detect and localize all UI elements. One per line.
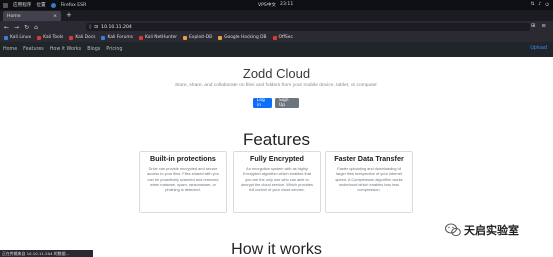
feature-card-transfer: Faster Data Transfer Faster uploading an… [325, 151, 413, 213]
bookmark-google-hacking-db[interactable]: Google Hacking DB [218, 35, 267, 40]
nav-features[interactable]: Features [23, 47, 44, 52]
feature-card-body: Faster uploading and downloading of larg… [335, 166, 403, 193]
lock-icon[interactable]: ⊡ [94, 25, 98, 30]
url-bar[interactable]: ◊ ⊡ 10.10.11.204 [86, 23, 530, 31]
bookmark-kali-forums[interactable]: Kali Forums [101, 35, 133, 40]
browser-nav-bar: ← → ↻ ⌂ ◊ ⊡ 10.10.11.204 ⊞ ≡ [0, 21, 553, 33]
extensions-icon[interactable]: ⊞ [531, 23, 538, 29]
hero-subtitle: Store, share, and collaborate on files a… [174, 83, 379, 88]
tab-title: Home [7, 13, 21, 19]
os-top-bar: 应用程序 位置 Firefox ESR VPS中文 23:11 ⇅ ♪ ⏻ [0, 0, 553, 10]
nav-blogs[interactable]: Blogs [87, 47, 100, 52]
feature-card-body: An encryption system with as highly Encr… [241, 166, 313, 193]
feature-card-body: Drive can provide encrypted and secure a… [147, 166, 219, 193]
bookmark-kali-linux[interactable]: Kali Linux [4, 35, 31, 40]
hero-title: Zodd Cloud [242, 66, 311, 81]
watermark-text: 天启实验室 [464, 224, 519, 237]
browser-status-bar: 正在传输来自 10.10.11.204 的数据... [0, 250, 93, 257]
feature-card-title: Fully Encrypted [250, 154, 304, 163]
browser-tab-bar: Home × + [0, 10, 553, 21]
os-menu-places[interactable]: 位置 [36, 2, 45, 8]
bookmark-icon [138, 35, 143, 40]
shield-icon[interactable]: ◊ [89, 25, 91, 30]
feature-card-title: Faster Data Transfer [334, 154, 404, 163]
bookmark-kali-docs[interactable]: Kali Docs [69, 35, 95, 40]
feature-card-encrypted: Fully Encrypted An encryption system wit… [233, 151, 321, 213]
bookmarks-bar: Kali Linux Kali Tools Kali Docs Kali For… [0, 33, 553, 42]
bookmark-icon [4, 35, 8, 40]
power-icon[interactable]: ⏻ [545, 2, 549, 8]
bookmark-exploit-db[interactable]: Exploit-DB [183, 35, 212, 40]
back-icon[interactable]: ← [4, 24, 9, 31]
active-app-name[interactable]: Firefox ESR [61, 3, 87, 8]
network-icon[interactable]: ⇅ [531, 2, 535, 8]
bookmark-kali-tools[interactable]: Kali Tools [37, 35, 63, 40]
wechat-icon [445, 223, 461, 237]
input-method[interactable]: VPS中文 [258, 2, 276, 8]
clock[interactable]: 23:11 [280, 2, 293, 8]
site-navbar: Home Features How it Works Blogs Pricing… [0, 42, 553, 57]
bookmark-kali-nethunter[interactable]: Kali NetHunter [138, 35, 177, 40]
signup-button[interactable]: Sign Up [275, 98, 299, 108]
nav-home[interactable]: Home [3, 47, 17, 52]
volume-icon[interactable]: ♪ [538, 2, 541, 8]
menu-icon[interactable]: ≡ [541, 23, 548, 29]
bookmark-icon [101, 35, 106, 40]
feature-card-protections: Built-in protections Drive can provide e… [139, 151, 227, 213]
features-heading: Features [242, 130, 311, 149]
reload-icon[interactable]: ↻ [24, 24, 29, 31]
url-text[interactable]: 10.10.11.204 [101, 25, 132, 30]
bookmark-icon [272, 35, 277, 40]
hero-buttons: Log in Sign Up [253, 98, 299, 108]
feature-card-title: Built-in protections [150, 154, 216, 163]
bookmark-icon [37, 35, 42, 40]
bookmark-icon [218, 35, 223, 40]
forward-icon[interactable]: → [14, 24, 19, 31]
firefox-icon [50, 2, 56, 8]
login-button[interactable]: Log in [253, 98, 272, 108]
tab-close-icon[interactable]: × [53, 14, 57, 19]
new-tab-icon[interactable]: + [66, 11, 72, 20]
nav-how-it-works[interactable]: How it Works [50, 47, 81, 52]
watermark: 天启实验室 [445, 222, 519, 238]
bookmark-icon [69, 35, 74, 40]
bookmark-icon [183, 35, 188, 40]
home-icon[interactable]: ⌂ [34, 24, 38, 31]
nav-pricing[interactable]: Pricing [106, 47, 122, 52]
nav-upload[interactable]: Upload [530, 46, 547, 51]
kali-menu-icon[interactable] [3, 2, 8, 8]
tab-home[interactable]: Home × [3, 11, 61, 21]
os-menu-apps[interactable]: 应用程序 [13, 2, 31, 8]
bookmark-offsec[interactable]: OffSec [272, 35, 293, 40]
